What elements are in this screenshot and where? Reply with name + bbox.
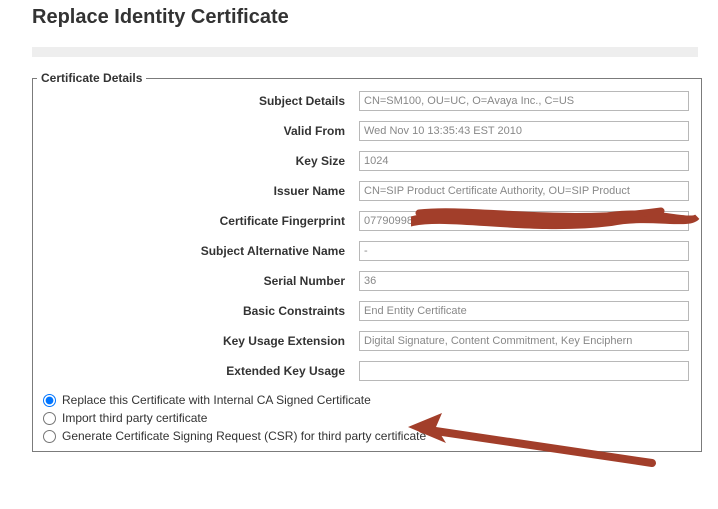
- radio-import-third-party[interactable]: [43, 412, 56, 425]
- option-generate-csr[interactable]: Generate Certificate Signing Request (CS…: [43, 427, 701, 445]
- option-import-third-party[interactable]: Import third party certificate: [43, 409, 701, 427]
- field-serial: [359, 271, 689, 291]
- label-fingerprint: Certificate Fingerprint: [45, 214, 345, 228]
- label-key-usage: Key Usage Extension: [45, 334, 345, 348]
- label-ext-key-usage: Extended Key Usage: [45, 364, 345, 378]
- label-san: Subject Alternative Name: [45, 244, 345, 258]
- field-san: [359, 241, 689, 261]
- field-fingerprint: [359, 211, 689, 231]
- option-import-third-party-label: Import third party certificate: [62, 409, 207, 427]
- page-title: Replace Identity Certificate: [32, 6, 698, 29]
- label-key-size: Key Size: [45, 154, 345, 168]
- label-valid-from: Valid From: [45, 124, 345, 138]
- label-serial: Serial Number: [45, 274, 345, 288]
- radio-replace-internal[interactable]: [43, 394, 56, 407]
- field-basic-constraints: [359, 301, 689, 321]
- field-key-usage: [359, 331, 689, 351]
- option-replace-internal-label: Replace this Certificate with Internal C…: [62, 391, 371, 409]
- field-key-size: [359, 151, 689, 171]
- certificate-details-fieldset: Certificate Details Subject Details Vali…: [32, 71, 702, 452]
- field-valid-from: [359, 121, 689, 141]
- radio-generate-csr[interactable]: [43, 430, 56, 443]
- label-issuer-name: Issuer Name: [45, 184, 345, 198]
- option-generate-csr-label: Generate Certificate Signing Request (CS…: [62, 427, 426, 445]
- option-replace-internal[interactable]: Replace this Certificate with Internal C…: [43, 391, 701, 409]
- field-subject-details: [359, 91, 689, 111]
- label-basic-constraints: Basic Constraints: [45, 304, 345, 318]
- label-subject-details: Subject Details: [45, 94, 345, 108]
- certificate-action-options: Replace this Certificate with Internal C…: [33, 383, 701, 451]
- field-ext-key-usage: [359, 361, 689, 381]
- field-issuer-name: [359, 181, 689, 201]
- certificate-details-legend: Certificate Details: [37, 71, 146, 85]
- section-divider: [32, 47, 698, 57]
